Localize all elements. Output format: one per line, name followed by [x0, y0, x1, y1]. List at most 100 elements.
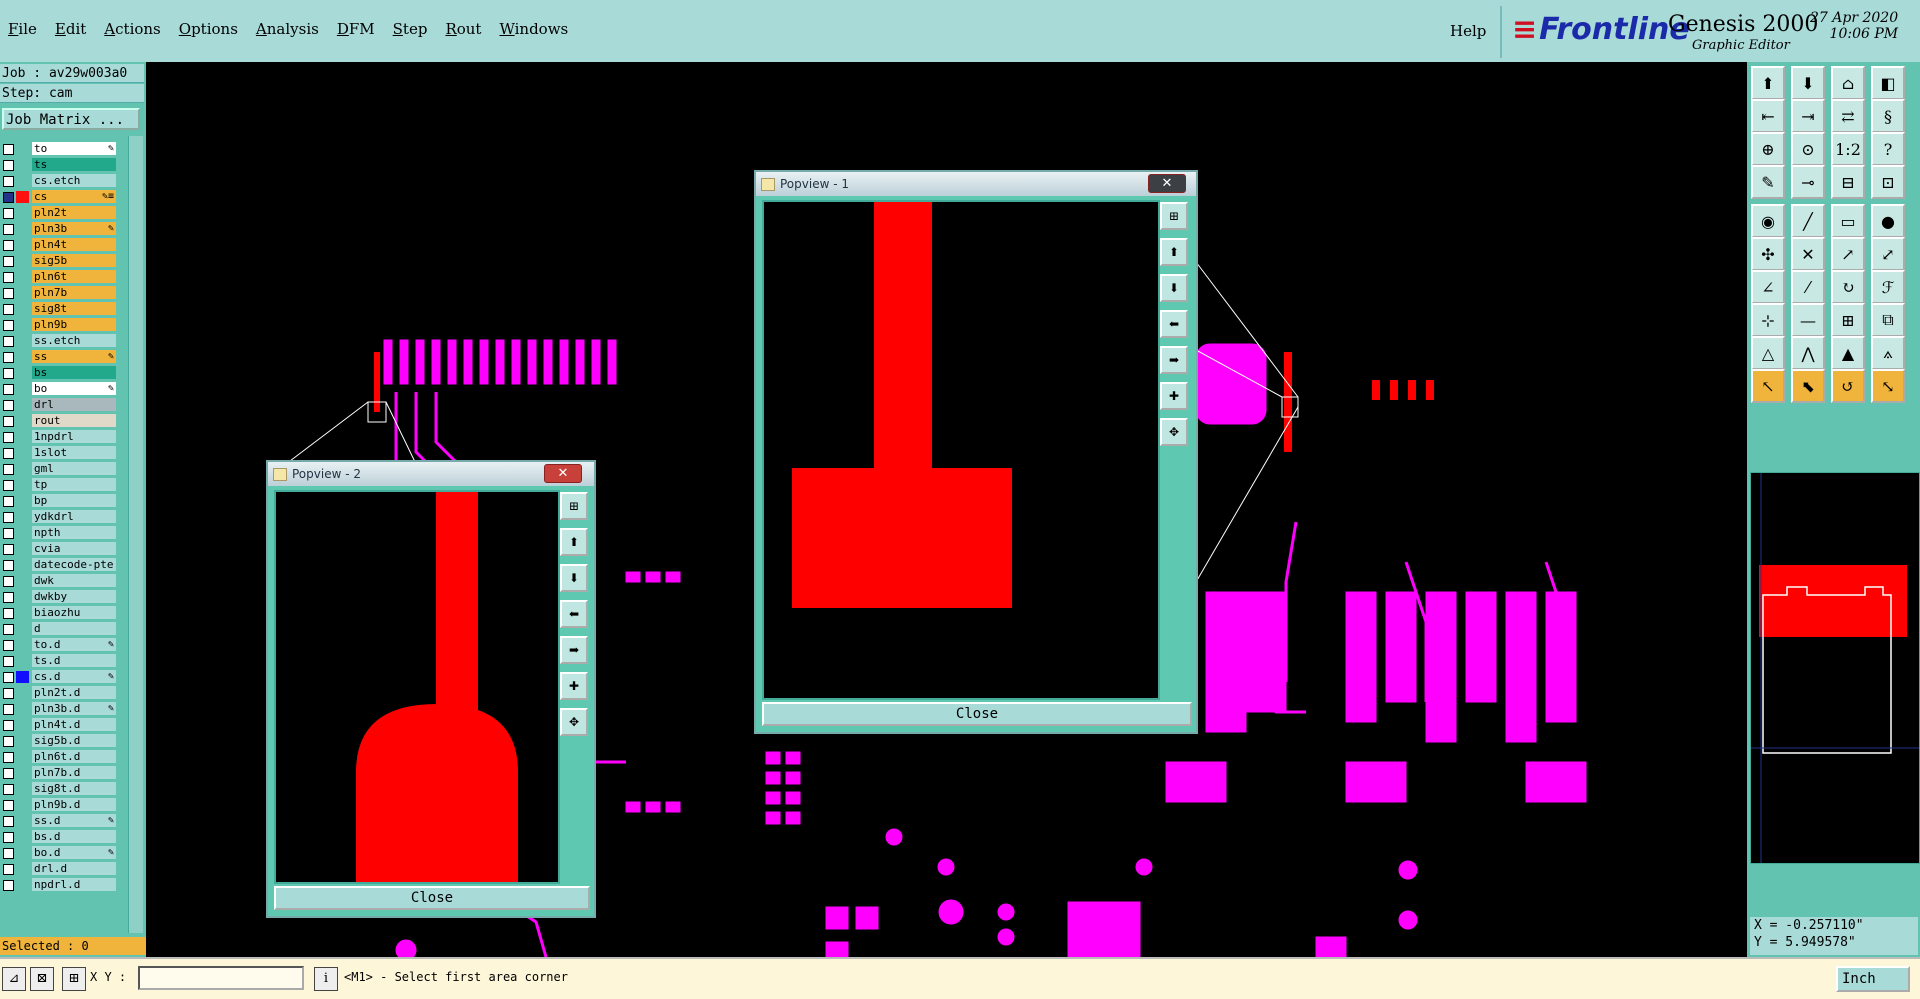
- layer-scrollbar[interactable]: [128, 136, 143, 933]
- layer-checkbox[interactable]: [3, 576, 14, 587]
- layer-row[interactable]: pln9b: [0, 318, 120, 332]
- layer-row[interactable]: bs.d: [0, 830, 120, 844]
- info-icon[interactable]: ⅰ: [314, 967, 338, 991]
- xy-input[interactable]: [138, 966, 304, 990]
- layer-row[interactable]: cvia: [0, 542, 120, 556]
- center-icon[interactable]: ⊞: [1831, 303, 1865, 337]
- layer-checkbox[interactable]: [3, 560, 14, 571]
- cross-icon[interactable]: ✕: [1791, 237, 1825, 271]
- layer-row[interactable]: ss ✎: [0, 350, 120, 364]
- popview-1-close-button[interactable]: Close: [762, 702, 1192, 726]
- layer-row[interactable]: to ✎: [0, 142, 120, 156]
- feature-icon[interactable]: ⊹: [1751, 303, 1785, 337]
- layer-row[interactable]: pln4t: [0, 238, 120, 252]
- layer-checkbox[interactable]: [3, 368, 14, 379]
- measure-icon[interactable]: ⊠: [30, 967, 54, 991]
- node-icon[interactable]: ✣: [1751, 237, 1785, 271]
- split-icon[interactable]: ◧: [1871, 66, 1905, 100]
- layer-row[interactable]: datecode-pte: [0, 558, 120, 572]
- layer-checkbox[interactable]: [3, 192, 14, 203]
- layer-checkbox[interactable]: [3, 544, 14, 555]
- measure-icon[interactable]: ✎: [1751, 165, 1785, 199]
- layer-row[interactable]: pln6t.d: [0, 750, 120, 764]
- layer-row[interactable]: 1slot: [0, 446, 120, 460]
- layer-row[interactable]: to.d ✎: [0, 638, 120, 652]
- arc-icon[interactable]: ↗: [1831, 237, 1865, 271]
- layer-checkbox[interactable]: [3, 800, 14, 811]
- layer-checkbox[interactable]: [3, 832, 14, 843]
- layer-checkbox[interactable]: [3, 752, 14, 763]
- layer-row[interactable]: pln3b ✎: [0, 222, 120, 236]
- multi-pointer-icon[interactable]: ⤡: [1871, 369, 1905, 403]
- menu-step[interactable]: Step: [385, 18, 438, 46]
- job-matrix-button[interactable]: Job Matrix ...: [2, 108, 140, 130]
- layer-checkbox[interactable]: [3, 768, 14, 779]
- layer-row[interactable]: bo ✎: [0, 382, 120, 396]
- fit-icon[interactable]: ⊕: [1751, 132, 1785, 166]
- layer-row[interactable]: ss.etch: [0, 334, 120, 348]
- zoom-out-icon[interactable]: ✥: [1160, 418, 1188, 446]
- layer-checkbox[interactable]: [3, 240, 14, 251]
- layer-checkbox[interactable]: [3, 592, 14, 603]
- zoom-out-icon[interactable]: ✥: [560, 708, 588, 736]
- layer-checkbox[interactable]: [3, 224, 14, 235]
- layer-checkbox[interactable]: [3, 720, 14, 731]
- menu-dfm[interactable]: DFM: [329, 18, 385, 46]
- layer-row[interactable]: tp: [0, 478, 120, 492]
- layer-checkbox[interactable]: [3, 208, 14, 219]
- layer-checkbox[interactable]: [3, 848, 14, 859]
- route-icon[interactable]: §: [1871, 99, 1905, 133]
- layer-row[interactable]: cs.d ✎: [0, 670, 120, 684]
- slash-icon[interactable]: ⁄: [1791, 270, 1825, 304]
- group-icon[interactable]: ⧉: [1871, 303, 1905, 337]
- layer-row[interactable]: sig5b.d: [0, 734, 120, 748]
- layer-row[interactable]: bs: [0, 366, 120, 380]
- menu-windows[interactable]: Windows: [491, 18, 578, 46]
- menu-options[interactable]: Options: [171, 18, 248, 46]
- layer-checkbox[interactable]: [3, 320, 14, 331]
- layer-row[interactable]: rout: [0, 414, 120, 428]
- layer-row[interactable]: npth: [0, 526, 120, 540]
- layer-checkbox[interactable]: [3, 464, 14, 475]
- dot-icon[interactable]: ●: [1871, 204, 1905, 238]
- zoom-in-icon[interactable]: ✚: [560, 672, 588, 700]
- overview-map[interactable]: [1750, 472, 1920, 864]
- pan-down-icon[interactable]: ⬇: [1160, 274, 1188, 302]
- layer-checkbox[interactable]: [3, 512, 14, 523]
- menu-rout[interactable]: Rout: [437, 18, 491, 46]
- pan-right-icon[interactable]: ➡: [560, 636, 588, 664]
- layer-row[interactable]: drl.d: [0, 862, 120, 876]
- rotate-pointer-icon[interactable]: ↺: [1831, 369, 1865, 403]
- layer-checkbox[interactable]: [3, 672, 14, 683]
- compare-icon[interactable]: ⊟: [1831, 165, 1865, 199]
- layer-row[interactable]: drl: [0, 398, 120, 412]
- popview-2-close-icon[interactable]: ✕: [544, 464, 582, 483]
- home-icon[interactable]: ⌂: [1831, 66, 1865, 100]
- layer-checkbox[interactable]: [3, 416, 14, 427]
- menu-file[interactable]: File: [0, 18, 47, 46]
- layer-row[interactable]: ss.d ✎: [0, 814, 120, 828]
- zoom-in-icon[interactable]: ✚: [1160, 382, 1188, 410]
- layer-checkbox[interactable]: [3, 160, 14, 171]
- triangle-icon[interactable]: △: [1751, 336, 1785, 370]
- help-menu[interactable]: Help: [1450, 22, 1486, 40]
- layer-row[interactable]: d: [0, 622, 120, 636]
- layer-checkbox[interactable]: [3, 256, 14, 267]
- layer-checkbox[interactable]: [3, 336, 14, 347]
- pan-up-icon[interactable]: ⬆: [560, 528, 588, 556]
- grid-icon[interactable]: ⊞: [62, 967, 86, 991]
- popview-1-titlebar[interactable]: Popview - 1: [756, 172, 1196, 196]
- pad-icon[interactable]: ◉: [1751, 204, 1785, 238]
- layer-checkbox[interactable]: [3, 480, 14, 491]
- layer-row[interactable]: gml: [0, 462, 120, 476]
- arrow-tri-icon[interactable]: ⟑: [1871, 336, 1905, 370]
- layer-row[interactable]: pln7b: [0, 286, 120, 300]
- layer-row[interactable]: npdrl.d: [0, 878, 120, 892]
- ruler-icon[interactable]: ▭: [1831, 204, 1865, 238]
- layer-checkbox[interactable]: [3, 784, 14, 795]
- layer-row[interactable]: ts.d: [0, 654, 120, 668]
- probe-icon[interactable]: ⊸: [1791, 165, 1825, 199]
- layer-row[interactable]: dwk: [0, 574, 120, 588]
- layer-checkbox[interactable]: [3, 880, 14, 891]
- layer-checkbox[interactable]: [3, 432, 14, 443]
